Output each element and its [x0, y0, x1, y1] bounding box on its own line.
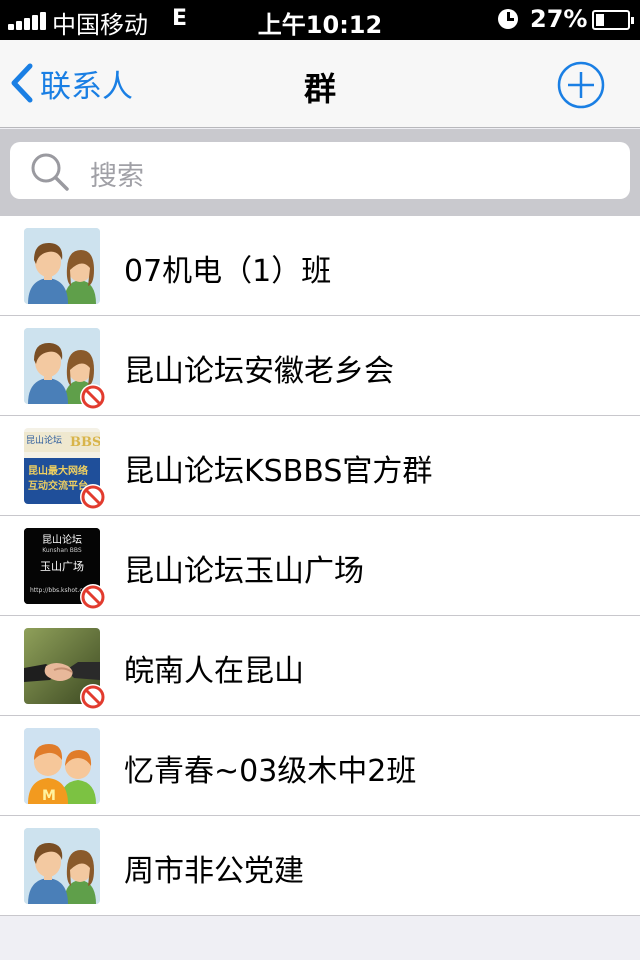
- blocked-icon: [80, 584, 106, 610]
- group-name: 07机电（1）班: [124, 254, 332, 289]
- blocked-icon: [80, 484, 106, 510]
- battery-icon: [592, 10, 634, 30]
- avatar-text: 昆山最大网络: [28, 464, 88, 477]
- group-name: 皖南人在昆山: [124, 654, 304, 689]
- page-title: 群: [303, 70, 336, 108]
- plus-circle-icon: [557, 61, 605, 109]
- list-item[interactable]: 皖南人在昆山: [0, 616, 640, 716]
- avatar-text: 昆山论坛: [42, 533, 82, 546]
- status-bar: 中国移动 E 上午10:12 27%: [0, 0, 640, 40]
- search-input[interactable]: 搜索: [10, 142, 630, 199]
- navigation-bar: 联系人 群: [0, 40, 640, 128]
- couple-avatar-icon: [24, 228, 100, 304]
- battery-percent: 27%: [530, 5, 588, 33]
- blocked-icon: [80, 384, 106, 410]
- group-name: 忆青春~03级木中2班: [124, 754, 417, 789]
- list-item[interactable]: 昆山论坛 BBS 昆山最大网络 互动交流平台 昆山论坛KSBBS官方群: [0, 416, 640, 516]
- couple-avatar-icon: [24, 828, 100, 904]
- svg-text:M: M: [42, 788, 56, 804]
- search-icon: [31, 153, 69, 191]
- group-name: 昆山论坛安徽老乡会: [124, 354, 394, 389]
- list-footer-background: [0, 916, 640, 960]
- group-list: 07机电（1）班 昆山论坛安徽老乡会 昆山论坛 BBS 昆山最大网络 互动交流平…: [0, 216, 640, 916]
- list-item[interactable]: M 忆青春~03级木中2班: [0, 716, 640, 816]
- list-item[interactable]: 周市非公党建: [0, 816, 640, 916]
- avatar-text: http://bbs.kshot.c: [30, 587, 83, 594]
- avatar-text: Kunshan BBS: [42, 547, 82, 554]
- group-name: 昆山论坛KSBBS官方群: [124, 454, 433, 489]
- svg-text:BBS: BBS: [70, 435, 100, 450]
- list-item[interactable]: 07机电（1）班: [0, 216, 640, 316]
- avatar-text: 昆山论坛: [26, 434, 62, 446]
- cartoon-couple-icon: M: [24, 728, 100, 804]
- group-name: 周市非公党建: [124, 854, 304, 889]
- list-item[interactable]: 昆山论坛 Kunshan BBS 玉山广场 http://bbs.kshot.c…: [0, 516, 640, 616]
- avatar-text: 玉山广场: [40, 559, 84, 573]
- alarm-clock-icon: [498, 9, 518, 29]
- search-placeholder: 搜索: [90, 161, 144, 192]
- list-item[interactable]: 昆山论坛安徽老乡会: [0, 316, 640, 416]
- avatar-text: 互动交流平台: [28, 479, 88, 492]
- search-bar: 搜索: [0, 129, 640, 217]
- blocked-icon: [80, 684, 106, 710]
- group-name: 昆山论坛玉山广场: [124, 554, 364, 589]
- add-group-button[interactable]: [557, 61, 605, 109]
